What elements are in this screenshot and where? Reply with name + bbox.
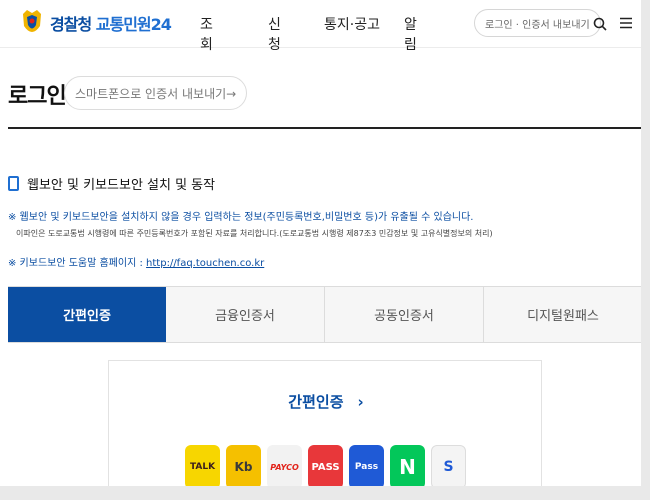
tab-joint-cert[interactable]: 공동인증서 bbox=[325, 287, 484, 342]
tab-digital-onepass[interactable]: 디지털원패스 bbox=[484, 287, 642, 342]
notice-line-3-prefix: ※ 키보드보안 도움말 홈페이지 : bbox=[8, 258, 147, 269]
tab-simple-auth[interactable]: 간편인증 bbox=[8, 287, 166, 342]
page: 경찰청 교통민원24 조회 신청 통지·공고 알림 로그인 · 인증서 내보내기… bbox=[0, 0, 650, 500]
shinhan-app-button[interactable]: S bbox=[431, 445, 466, 489]
window-edge-right bbox=[641, 0, 650, 500]
simple-auth-title[interactable]: 간편인증 › bbox=[109, 391, 543, 412]
logo-text-agency: 경찰청 bbox=[50, 15, 92, 34]
chevron-right-icon: › bbox=[357, 393, 364, 411]
search-icon[interactable] bbox=[593, 17, 607, 31]
site-header: 경찰청 교통민원24 조회 신청 통지·공고 알림 로그인 · 인증서 내보내기 bbox=[0, 0, 641, 53]
notice-heading: 웹보안 및 키보드보안 설치 및 동작 bbox=[8, 174, 215, 193]
touchen-faq-link[interactable]: http://faq.touchen.co.kr bbox=[146, 258, 264, 269]
pass-app-button[interactable]: PASS bbox=[308, 445, 343, 489]
notice-title: 웹보안 및 키보드보안 설치 및 동작 bbox=[27, 178, 216, 193]
kb-app-button[interactable]: Kb bbox=[226, 445, 261, 489]
kakao-app-button[interactable]: TALK bbox=[185, 445, 220, 489]
window-edge-bottom bbox=[0, 486, 650, 500]
notice-line-1: ※ 웹보안 및 키보드보안을 설치하지 않을 경우 입력하는 정보(주민등록번호… bbox=[8, 212, 474, 223]
notice-line-2: 이파인은 도로교통법 시행령에 따른 주민등록번호가 포함된 자료를 처리합니다… bbox=[16, 229, 493, 238]
auth-tabs: 간편인증 금융인증서 공동인증서 디지털원패스 bbox=[8, 286, 642, 343]
site-logo[interactable]: 경찰청 교통민원24 bbox=[20, 8, 172, 38]
pass-blue-app-button[interactable]: Pass bbox=[349, 445, 384, 489]
auth-app-list: TALK Kb PAYCO PASS Pass N S bbox=[185, 445, 466, 489]
menu-icon[interactable] bbox=[620, 17, 632, 29]
payco-app-button[interactable]: PAYCO bbox=[267, 445, 302, 489]
nav-item-notice[interactable]: 통지·공고 bbox=[324, 14, 394, 34]
checkbox-icon bbox=[8, 176, 19, 191]
logo-text: 경찰청 교통민원24 bbox=[50, 11, 172, 35]
login-export-button[interactable]: 로그인 · 인증서 내보내기 bbox=[474, 9, 601, 37]
export-cert-button[interactable]: 스마트폰으로 인증서 내보내기→ bbox=[64, 76, 248, 110]
logo-text-service: 교통민원24 bbox=[95, 15, 172, 34]
title-divider bbox=[8, 127, 644, 129]
tab-financial-cert[interactable]: 금융인증서 bbox=[166, 287, 325, 342]
nav-item-alerts[interactable]: 알림 bbox=[404, 14, 417, 54]
police-emblem-icon bbox=[23, 10, 41, 32]
simple-auth-card: 간편인증 › TALK Kb PAYCO PASS Pass N S bbox=[108, 360, 542, 500]
notice-line-3: ※ 키보드보안 도움말 홈페이지 : http://faq.touchen.co… bbox=[8, 254, 264, 269]
naver-app-button[interactable]: N bbox=[390, 445, 425, 489]
page-title: 로그인 bbox=[8, 84, 67, 109]
nav-item-apply[interactable]: 신청 bbox=[268, 14, 281, 54]
nav-item-lookup[interactable]: 조회 bbox=[200, 14, 213, 54]
simple-auth-title-text: 간편인증 bbox=[288, 393, 344, 411]
